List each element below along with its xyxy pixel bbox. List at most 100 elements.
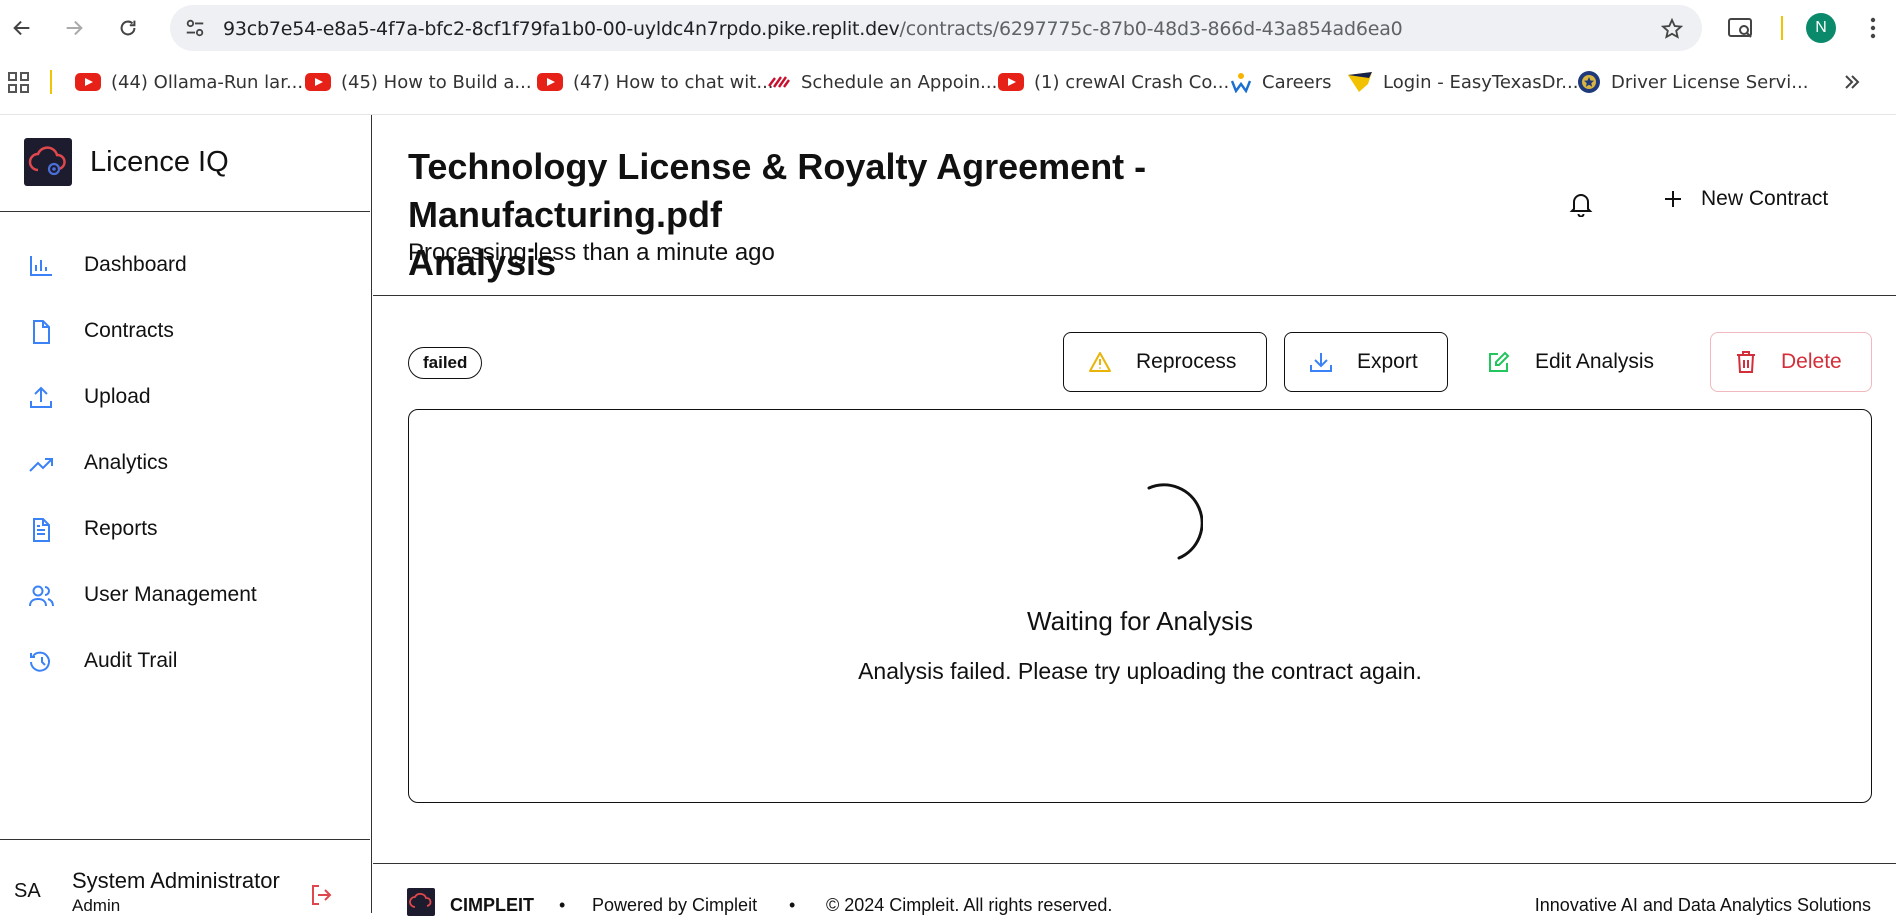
bookmark-item[interactable]: (44) Ollama-Run lar... xyxy=(75,70,303,94)
footer-copyright: © 2024 Cimpleit. All rights reserved. xyxy=(826,895,1113,915)
bookmark-item[interactable]: Schedule an Appoin... xyxy=(767,70,997,94)
bookmark-label: (44) Ollama-Run lar... xyxy=(111,71,304,93)
sidebar-item-dashboard[interactable]: Dashboard xyxy=(0,233,370,299)
toolbar-divider xyxy=(1781,16,1783,40)
page-footer: CIMPLEIT • Powered by Cimpleit • © 2024 … xyxy=(373,863,1896,916)
reprocess-label: Reprocess xyxy=(1136,350,1237,373)
footer-brand: CIMPLEIT xyxy=(450,895,534,915)
site-settings-icon[interactable] xyxy=(184,17,206,39)
sidebar: Licence IQ Dashboard Contracts Upload An… xyxy=(0,115,372,915)
user-name: System Administrator xyxy=(72,868,280,893)
page-subtitle: Processing less than a minute ago xyxy=(408,239,775,266)
page-header: Technology License & Royalty Agreement -… xyxy=(373,115,1896,296)
sidebar-nav: Dashboard Contracts Upload Analytics Rep… xyxy=(0,233,370,695)
upload-icon xyxy=(30,386,52,408)
bar-chart-icon xyxy=(30,256,52,276)
flag-icon xyxy=(768,76,790,88)
footer-tagline: Innovative AI and Data Analytics Solutio… xyxy=(1534,895,1871,915)
sidebar-item-audit-trail[interactable]: Audit Trail xyxy=(0,629,370,695)
bookmark-item[interactable]: Careers xyxy=(1230,70,1332,94)
logout-icon[interactable] xyxy=(310,884,334,906)
bookmark-item[interactable]: (45) How to Build a... xyxy=(305,70,532,94)
youtube-icon xyxy=(75,73,101,91)
delete-label: Delete xyxy=(1781,350,1842,373)
user-role: Admin xyxy=(72,896,121,915)
cloud-gear-icon xyxy=(28,146,66,176)
status-badge: failed xyxy=(408,347,483,379)
sidebar-item-label: User Management xyxy=(84,583,257,606)
seal-icon xyxy=(1578,71,1600,93)
file-text-icon xyxy=(33,518,50,542)
back-arrow-icon xyxy=(13,20,30,36)
bookmark-item[interactable]: Driver License Servi... xyxy=(1577,70,1808,94)
edit-analysis-label: Edit Analysis xyxy=(1535,350,1655,373)
forward-button[interactable] xyxy=(58,12,90,44)
loading-spinner-icon xyxy=(1147,483,1203,560)
bookmarks-bar: (44) Ollama-Run lar... (45) How to Build… xyxy=(0,62,1896,102)
download-icon xyxy=(1310,353,1332,372)
trending-up-icon xyxy=(29,458,53,472)
sidebar-item-user-management[interactable]: User Management xyxy=(0,563,370,629)
panel-title: Waiting for Analysis xyxy=(1027,606,1253,636)
sidebar-item-label: Contracts xyxy=(84,319,174,342)
new-contract-label: New Contract xyxy=(1701,187,1829,210)
brand-name: Licence IQ xyxy=(90,146,229,178)
trash-icon xyxy=(1737,351,1755,373)
bookmark-label: Careers xyxy=(1262,71,1332,93)
bookmark-item[interactable]: (47) How to chat wit... xyxy=(537,70,774,94)
bookmark-item[interactable]: (1) crewAI Crash Co... xyxy=(998,70,1229,94)
panel-message: Analysis failed. Please try uploading th… xyxy=(858,658,1422,684)
sidebar-item-upload[interactable]: Upload xyxy=(0,365,370,431)
more-menu-icon[interactable] xyxy=(1870,16,1876,40)
sidebar-item-contracts[interactable]: Contracts xyxy=(0,299,370,365)
footer-separator: • xyxy=(789,895,796,915)
sidebar-item-label: Upload xyxy=(84,385,151,408)
bookmark-label: (45) How to Build a... xyxy=(341,71,532,93)
bookmark-label: (1) crewAI Crash Co... xyxy=(1034,71,1230,93)
new-contract-button[interactable]: New Contract xyxy=(1663,179,1828,219)
footer-powered: Powered by Cimpleit xyxy=(592,895,758,915)
history-icon xyxy=(30,651,50,672)
edit-icon xyxy=(1489,351,1510,372)
sidebar-item-analytics[interactable]: Analytics xyxy=(0,431,370,497)
back-button[interactable] xyxy=(6,12,38,44)
bookmark-label: (47) How to chat wit... xyxy=(573,71,774,93)
tab-search-icon[interactable] xyxy=(1727,16,1755,40)
shield-icon xyxy=(1348,72,1372,92)
delete-button[interactable]: Delete xyxy=(1710,332,1872,392)
sidebar-item-reports[interactable]: Reports xyxy=(0,497,370,563)
analysis-panel: Waiting for Analysis Analysis failed. Pl… xyxy=(408,409,1872,803)
forward-arrow-icon xyxy=(66,20,83,36)
plus-icon xyxy=(1665,191,1681,207)
url-path: /contracts/6297775c-87b0-48d3-866d-43a85… xyxy=(899,18,1403,40)
file-icon xyxy=(33,320,50,344)
sidebar-item-label: Reports xyxy=(84,517,158,540)
footer-separator: • xyxy=(559,895,566,915)
youtube-icon xyxy=(998,73,1024,91)
sidebar-item-label: Analytics xyxy=(84,451,169,474)
reprocess-button[interactable]: Reprocess xyxy=(1063,332,1267,392)
warning-icon xyxy=(1089,352,1111,372)
brand: Licence IQ xyxy=(0,115,370,212)
bookmark-star-icon[interactable] xyxy=(1660,17,1684,41)
bell-icon[interactable] xyxy=(1569,191,1593,217)
address-bar[interactable]: 93cb7e54-e8a5-4f7a-bfc2-8cf1f79fa1b0-00-… xyxy=(170,5,1702,51)
chevron-double-right-icon[interactable] xyxy=(1843,74,1861,90)
bookmark-item[interactable]: Login - EasyTexasDr... xyxy=(1347,70,1578,94)
profile-avatar[interactable]: N xyxy=(1806,13,1836,43)
sidebar-item-label: Audit Trail xyxy=(84,649,178,672)
app-logo xyxy=(24,138,72,186)
title-line-1: Technology License & Royalty Agreement -… xyxy=(408,146,1147,235)
reload-button[interactable] xyxy=(112,12,144,44)
edit-analysis-button[interactable]: Edit Analysis xyxy=(1463,332,1663,392)
bookmark-label: Login - EasyTexasDr... xyxy=(1383,71,1579,93)
url-text: 93cb7e54-e8a5-4f7a-bfc2-8cf1f79fa1b0-00-… xyxy=(223,18,1403,40)
bookmark-label: Driver License Servi... xyxy=(1611,71,1809,93)
bookmarks-divider xyxy=(50,70,52,94)
careers-icon xyxy=(1230,73,1252,93)
users-icon xyxy=(29,585,54,607)
avatar: SA xyxy=(14,880,41,902)
export-button[interactable]: Export xyxy=(1284,332,1448,392)
bookmark-label: Schedule an Appoin... xyxy=(801,71,998,93)
apps-grid-icon[interactable] xyxy=(8,72,30,94)
